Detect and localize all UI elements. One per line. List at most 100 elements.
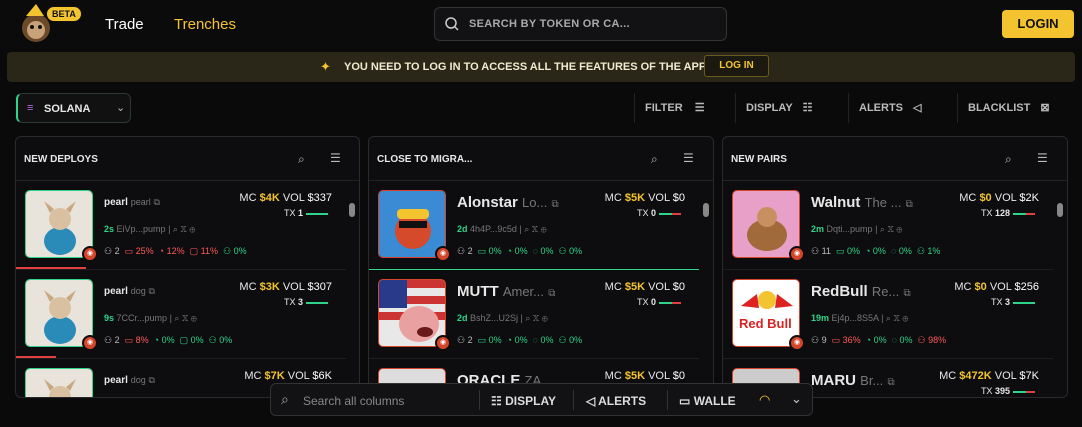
token-age: 2d BshZ...U2Sj | ⌕ 𝕏 ⊕	[457, 313, 548, 323]
scrollbar-thumb[interactable]	[349, 203, 355, 217]
token-market: MC $5K VOL $0	[604, 192, 685, 204]
token-name: pearl dog ⧉	[104, 375, 155, 386]
token-name: MUTT Amer... ⧉	[457, 283, 556, 300]
filter-icon[interactable]: ☰	[1037, 151, 1048, 165]
bottom-alerts-button[interactable]: ◁ ALERTS	[586, 394, 646, 408]
search-icon[interactable]: ⌕	[298, 152, 305, 167]
column-header: CLOSE TO MIGRA... ⌕ ☰	[369, 137, 713, 181]
token-tx: TX 0	[637, 208, 681, 218]
token-card[interactable]: ◉ Walnut The ... ⧉ MC $0 VOL $2K TX 128 …	[723, 182, 1053, 270]
nav-trenches[interactable]: Trenches	[174, 16, 236, 33]
token-image	[25, 190, 93, 258]
blacklist-label: BLACKLIST	[968, 102, 1031, 114]
token-age: 19m Ej4p...8S5A | ⌕ 𝕏 ⊕	[811, 313, 909, 323]
blacklist-button[interactable]: BLACKLIST ⊠	[957, 93, 1067, 123]
token-name: MARU Br... ⧉	[811, 372, 895, 389]
pump-icon: ◉	[435, 246, 451, 262]
scrollbar-thumb[interactable]	[1057, 203, 1063, 217]
alerts-label: ALERTS	[859, 102, 903, 114]
token-market: MC $5K VOL $0	[604, 370, 685, 382]
scrollbar-thumb[interactable]	[703, 203, 709, 217]
token-tx: TX 395	[981, 386, 1035, 396]
pump-icon: ◉	[789, 246, 805, 262]
token-market: MC $3K VOL $307	[239, 281, 332, 293]
token-stats: ⚇ 11 ▭ 0% ◔ 0% ◌ 0% ⚇ 1%	[811, 246, 941, 256]
filter-icon[interactable]: ☰	[330, 151, 341, 165]
login-banner: ✦ YOU NEED TO LOG IN TO ACCESS ALL THE F…	[7, 52, 1075, 82]
filter-icon[interactable]: ☰	[683, 151, 694, 165]
token-age: 2m Dqti...pump | ⌕ 𝕏 ⊕	[811, 224, 903, 234]
token-age: 2d 4h4P...9c5d | ⌕ 𝕏 ⊕	[457, 224, 547, 234]
chain-label: SOLANA	[44, 103, 91, 115]
alerts-button[interactable]: ALERTS ◁	[848, 93, 940, 123]
list-icon: ☷	[802, 102, 813, 114]
search-icon: ⌕	[281, 391, 289, 407]
token-market: MC $7K VOL $6K	[244, 370, 332, 382]
token-tx: TX 128	[981, 208, 1035, 218]
chevron-down-icon[interactable]: ⌄	[791, 391, 802, 407]
column-header: NEW PAIRS ⌕ ☰	[723, 137, 1067, 181]
token-card[interactable]: Red Bull ◉ RedBull Re... ⧉ MC $0 VOL $25…	[723, 271, 1053, 359]
solana-icon: ≡	[27, 102, 34, 114]
token-search-input[interactable]: SEARCH BY TOKEN OR CA...	[434, 7, 727, 41]
token-name: pearl dog ⧉	[104, 286, 155, 297]
token-image	[25, 279, 93, 347]
token-card[interactable]: ◉ pearl pearl ⧉ MC $4K VOL $337 TX 1 2s …	[16, 182, 346, 270]
token-market: MC $5K VOL $0	[604, 281, 685, 293]
token-market: MC $0 VOL $256	[954, 281, 1039, 293]
speaker-icon: ◁	[586, 394, 596, 408]
banner-login-button[interactable]: LOG IN	[704, 55, 769, 77]
beta-badge: BETA	[46, 6, 82, 22]
pump-icon: ◉	[82, 246, 98, 262]
headset-icon[interactable]: ◠	[759, 392, 770, 408]
token-card[interactable]: ◉ Alonstar Lo... ⧉ MC $5K VOL $0 TX 0 2d…	[369, 182, 699, 270]
display-button[interactable]: DISPLAY ☷	[735, 93, 835, 123]
pump-icon: ◉	[789, 335, 805, 351]
token-card[interactable]: ◉ MUTT Amer... ⧉ MC $5K VOL $0 TX 0 2d B…	[369, 271, 699, 359]
search-icon[interactable]: ⌕	[651, 152, 658, 167]
display-label: DISPLAY	[746, 102, 793, 114]
bottom-wallet-button[interactable]: ▭ WALLE	[679, 394, 736, 408]
redbull-logo: Red Bull	[739, 316, 792, 331]
filter-label: FILTER	[645, 102, 683, 114]
filter-icon: ☰	[694, 102, 705, 114]
token-name: pearl pearl ⧉	[104, 197, 160, 208]
token-stats: ⚇ 9 ▭ 36% ◔ 0% ◌ 0% ⚇ 98%	[811, 335, 947, 345]
bookmark-icon: ⊠	[1040, 102, 1050, 114]
column-title: CLOSE TO MIGRA...	[377, 154, 473, 165]
chain-selector[interactable]: ≡ SOLANA ⌄	[16, 93, 131, 123]
token-name: RedBull Re... ⧉	[811, 283, 911, 300]
list-icon: ☷	[491, 394, 502, 408]
token-image	[25, 368, 93, 397]
top-header: BETA Trade Trenches SEARCH BY TOKEN OR C…	[0, 0, 1082, 48]
nav-trade[interactable]: Trade	[105, 16, 144, 33]
token-tx: TX 3	[991, 297, 1035, 307]
search-icon	[445, 17, 459, 31]
token-image: Red Bull	[732, 279, 800, 347]
token-card[interactable]: ◉ pearl dog ⧉ MC $3K VOL $307 TX 3 9s 7C…	[16, 271, 346, 359]
column-new-deploys: NEW DEPLOYS ⌕ ☰ ◉ pearl pearl ⧉ MC $4K V…	[15, 136, 360, 398]
column-header: NEW DEPLOYS ⌕ ☰	[16, 137, 359, 181]
sparkle-icon: ✦	[320, 59, 331, 74]
token-stats: ⚇ 2 ▭ 25% ◔ 12% ▢ 11% ⚇ 0%	[104, 246, 247, 256]
token-image	[378, 190, 446, 258]
pump-icon: ◉	[82, 335, 98, 351]
token-stats: ⚇ 2 ▭ 8% ◔ 0% ▢ 0% ⚇ 0%	[104, 335, 233, 345]
banner-message: YOU NEED TO LOG IN TO ACCESS ALL THE FEA…	[344, 61, 707, 73]
token-market: MC $472K VOL $7K	[939, 370, 1039, 382]
login-button[interactable]: LOGIN	[1002, 10, 1074, 38]
search-icon[interactable]: ⌕	[1005, 152, 1012, 167]
token-stats: ⚇ 2 ▭ 0% ◔ 0% ◌ 0% ⚇ 0%	[457, 246, 583, 256]
bottom-bar: ⌕ Search all columns ☷ DISPLAY ◁ ALERTS …	[270, 383, 813, 416]
token-tx: TX 1	[284, 208, 328, 218]
token-age: 2s EiVp...pump | ⌕ 𝕏 ⊕	[104, 224, 196, 234]
filter-button[interactable]: FILTER ☰	[634, 93, 726, 123]
token-name: Walnut The ... ⧉	[811, 194, 913, 211]
token-stats: ⚇ 2 ▭ 0% ◔ 0% ◌ 0% ⚇ 0%	[457, 335, 583, 345]
token-image	[378, 279, 446, 347]
column-search-input[interactable]: Search all columns	[303, 394, 404, 408]
column-title: NEW DEPLOYS	[24, 154, 98, 165]
token-image	[732, 190, 800, 258]
bottom-display-button[interactable]: ☷ DISPLAY	[491, 394, 556, 408]
search-placeholder: SEARCH BY TOKEN OR CA...	[469, 18, 630, 30]
